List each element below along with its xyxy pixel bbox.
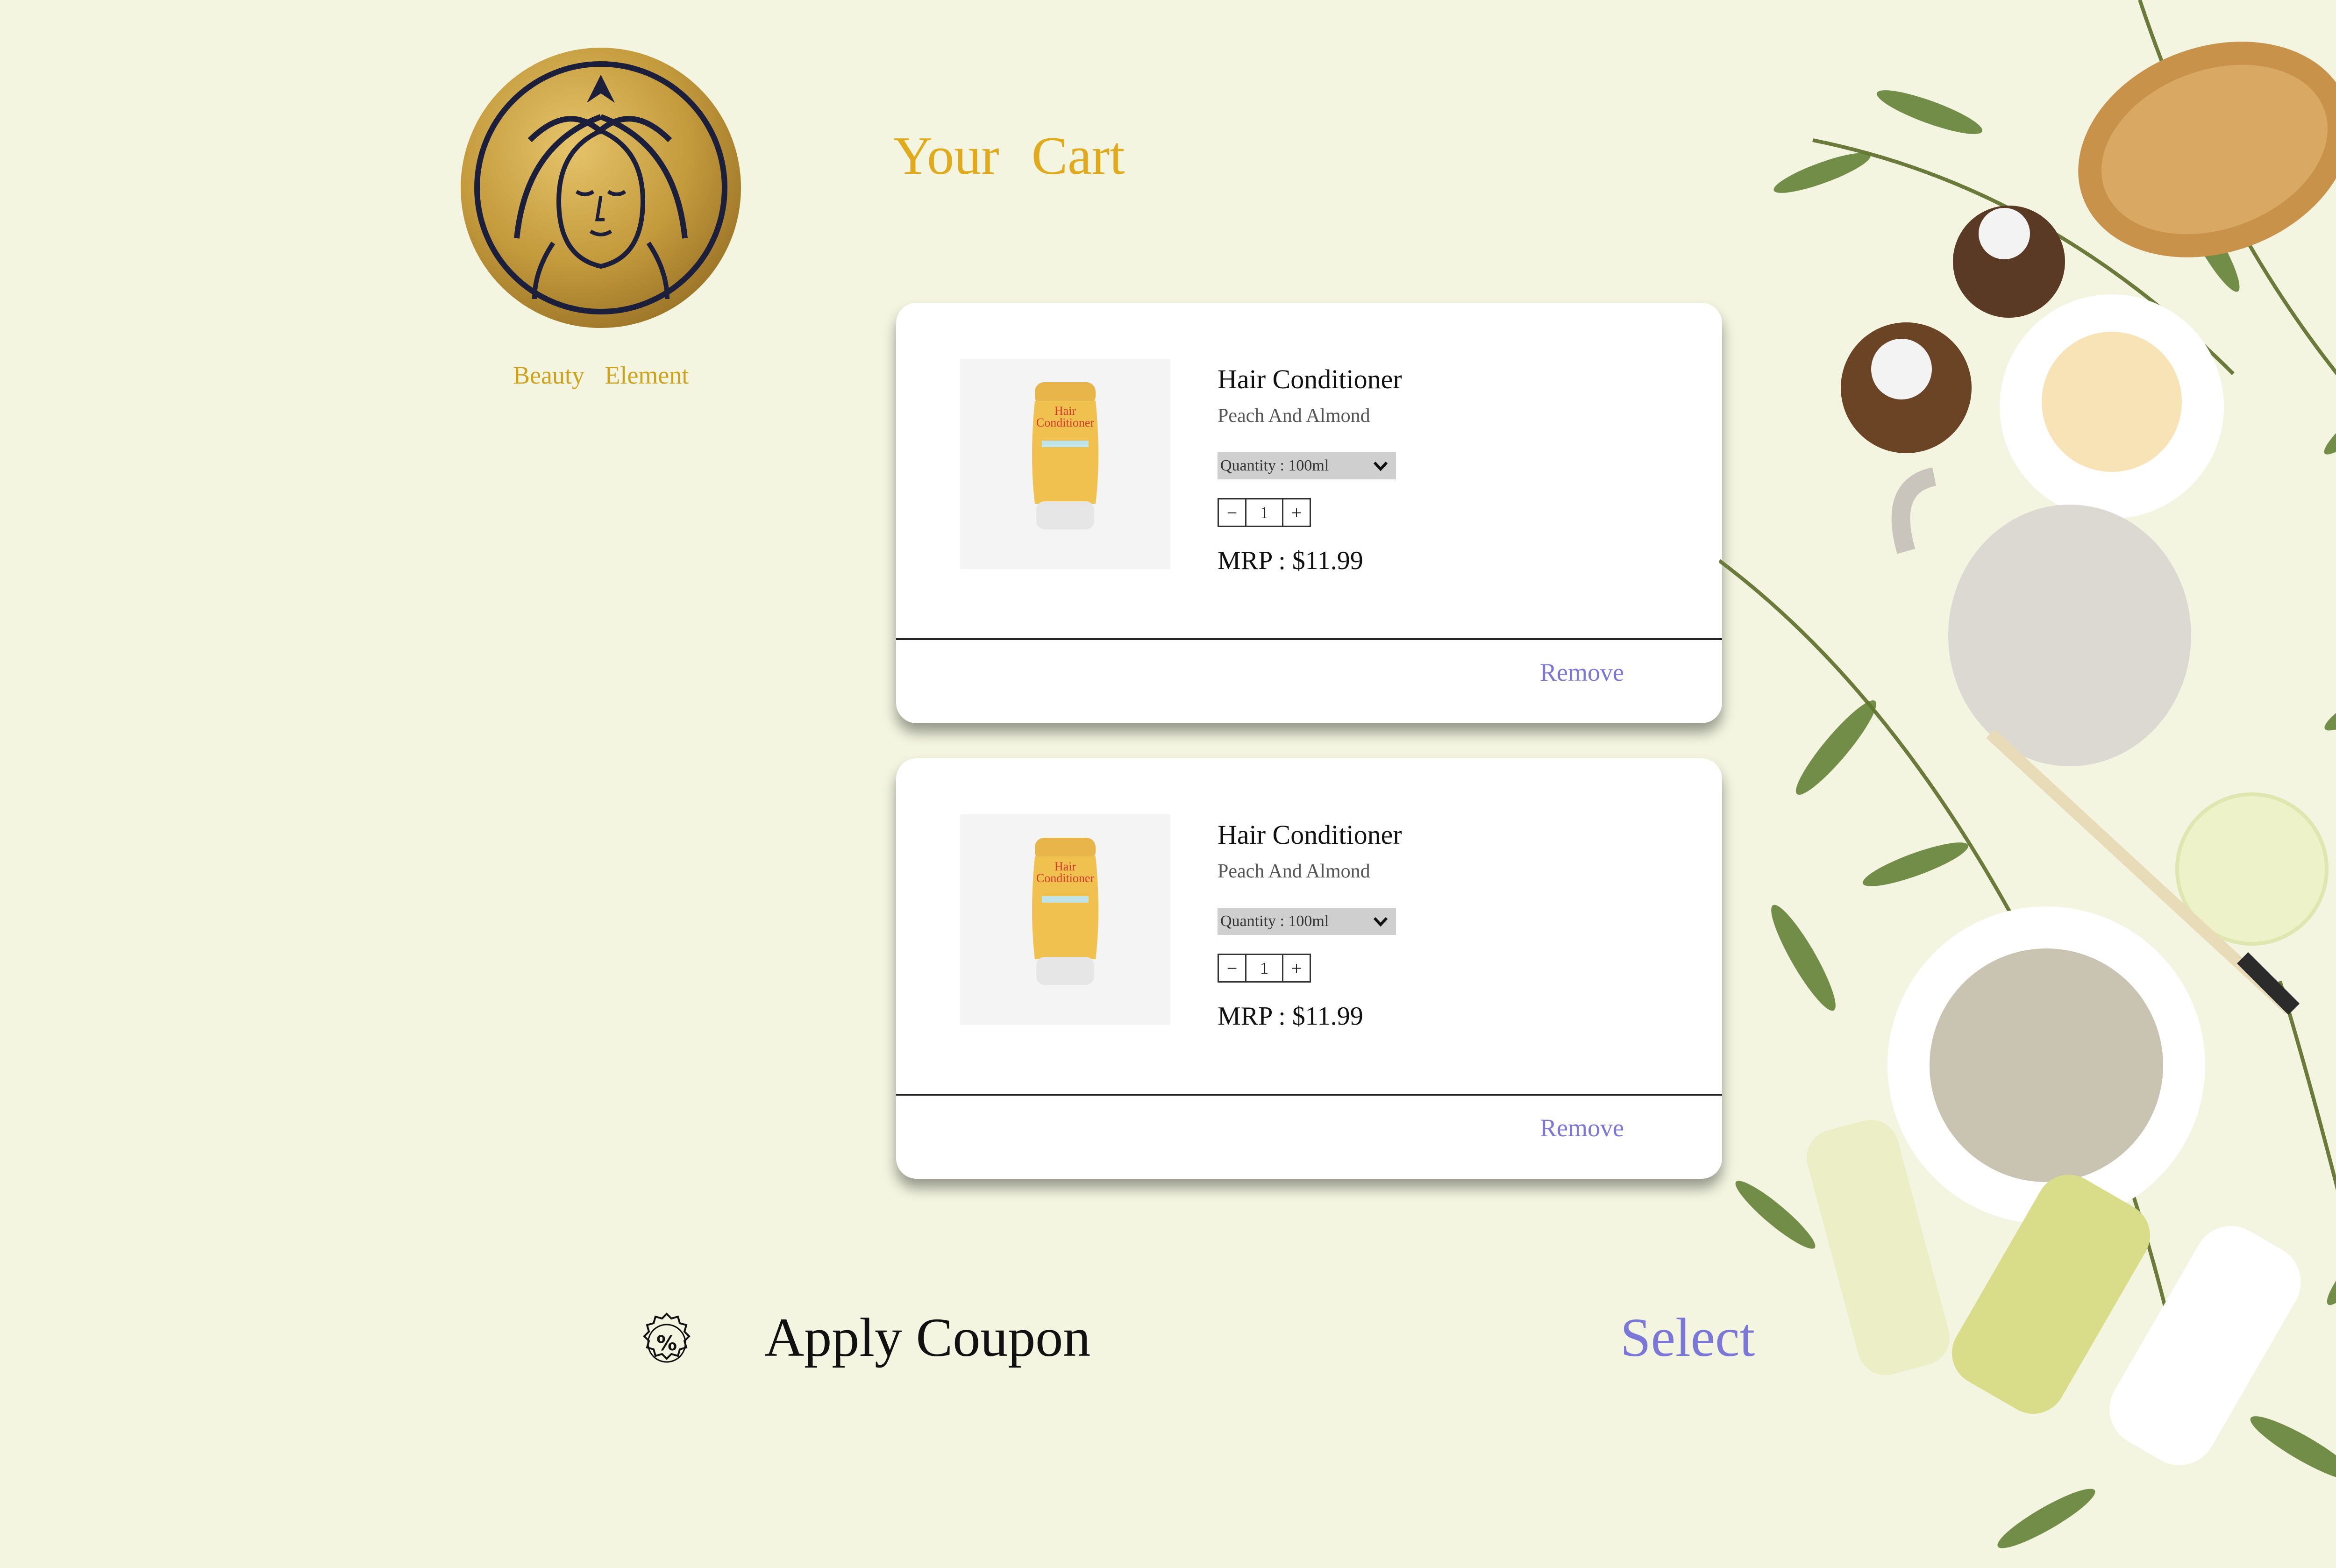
quantity-select[interactable]: Quantity : 100ml — [1218, 452, 1396, 479]
increment-button[interactable]: + — [1282, 954, 1311, 983]
product-variant: Peach And Almond — [1218, 861, 1370, 882]
divider — [896, 638, 1722, 640]
product-price: MRP : $11.99 — [1218, 1002, 1363, 1031]
product-name: Hair Conditioner — [1218, 364, 1402, 394]
quantity-value: 1 — [1246, 498, 1282, 527]
brand-name: Beauty Element — [513, 361, 689, 389]
quantity-stepper: − 1 + — [1218, 498, 1311, 527]
product-variant: Peach And Almond — [1218, 405, 1370, 427]
remove-button[interactable]: Remove — [1540, 658, 1624, 687]
svg-text:%: % — [656, 1332, 677, 1355]
product-image[interactable]: Hair Conditioner — [960, 359, 1170, 569]
quantity-select[interactable]: Quantity : 100ml — [1218, 908, 1396, 935]
product-image[interactable]: Hair Conditioner — [960, 814, 1170, 1025]
increment-button[interactable]: + — [1282, 498, 1311, 527]
quantity-select-value: Quantity : 100ml — [1220, 912, 1329, 930]
percent-badge-icon: % — [635, 1312, 698, 1375]
cart-item-card: Hair Conditioner Hair Conditioner Peach … — [896, 758, 1722, 1179]
svg-text:Conditioner: Conditioner — [1036, 871, 1095, 885]
decrement-button[interactable]: − — [1218, 954, 1246, 983]
remove-button[interactable]: Remove — [1540, 1113, 1624, 1142]
chevron-down-icon — [1370, 452, 1391, 479]
quantity-select-value: Quantity : 100ml — [1220, 457, 1329, 474]
quantity-stepper: − 1 + — [1218, 954, 1311, 983]
brand-logo[interactable] — [460, 47, 742, 329]
product-name: Hair Conditioner — [1218, 820, 1402, 850]
decrement-button[interactable]: − — [1218, 498, 1246, 527]
svg-text:Conditioner: Conditioner — [1036, 416, 1095, 429]
product-price: MRP : $11.99 — [1218, 546, 1363, 575]
decorative-spa-image — [1718, 0, 2336, 1566]
quantity-value: 1 — [1246, 954, 1282, 983]
cart-item-card: Hair Conditioner Hair Conditioner Peach … — [896, 303, 1722, 723]
divider — [896, 1094, 1722, 1096]
chevron-down-icon — [1370, 908, 1391, 935]
apply-coupon-label: Apply Coupon — [764, 1307, 1091, 1368]
page-title: Your Cart — [893, 126, 1125, 186]
